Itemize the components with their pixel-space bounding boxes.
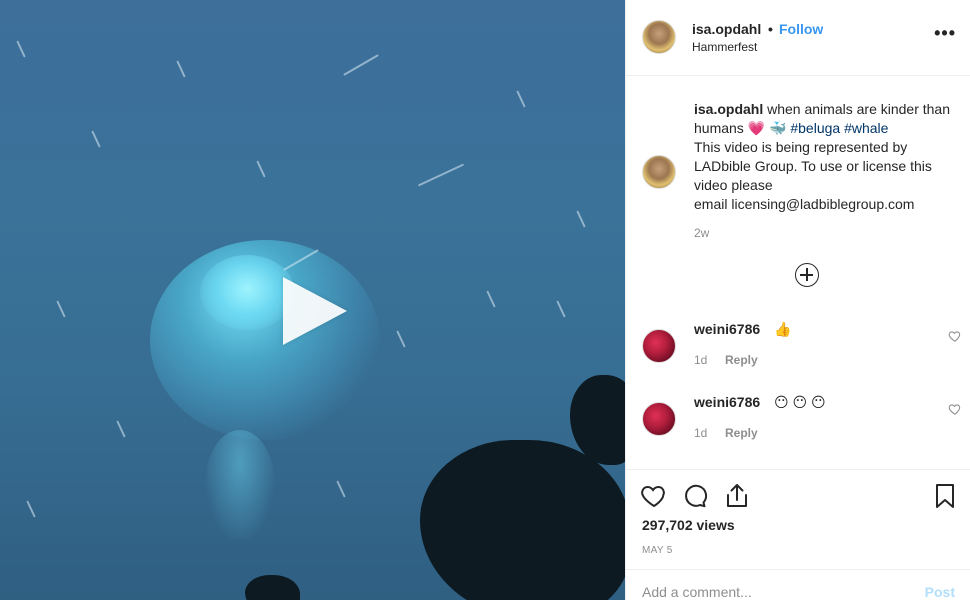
comment-username[interactable]: weini6786: [694, 321, 760, 337]
separator-dot: •: [768, 21, 773, 37]
share-icon[interactable]: [723, 482, 751, 510]
hashtag-link[interactable]: #whale: [844, 120, 888, 136]
post-date[interactable]: MAY 5: [642, 545, 673, 556]
post-actions: 297,702 views MAY 5: [626, 469, 970, 569]
comment-age: 1d: [694, 353, 708, 367]
play-icon[interactable]: [283, 277, 347, 345]
avatar[interactable]: [642, 402, 676, 436]
avatar[interactable]: [642, 20, 676, 54]
comment-item: weini6786 😶 😶 😶 1d Reply: [642, 394, 962, 454]
dark-silhouette: [420, 440, 625, 600]
load-more-comments-icon[interactable]: [795, 263, 819, 287]
comment-icon[interactable]: [681, 482, 709, 510]
post-video[interactable]: [0, 0, 625, 600]
avatar[interactable]: [642, 329, 676, 363]
reply-button[interactable]: Reply: [725, 353, 758, 367]
comment-input[interactable]: [642, 584, 902, 600]
post-header: isa.opdahl • Follow Hammerfest •••: [626, 0, 970, 76]
like-icon[interactable]: [640, 482, 668, 510]
location-link[interactable]: Hammerfest: [692, 40, 757, 54]
beluga-tail: [205, 430, 275, 540]
add-comment-bar: Post: [626, 569, 970, 600]
caption-text: isa.opdahl when animals are kinder than …: [694, 100, 959, 214]
post-sidebar: isa.opdahl • Follow Hammerfest ••• isa.o…: [625, 0, 970, 600]
comment-item: weini6786 👍 1d Reply: [642, 321, 962, 381]
save-icon[interactable]: [931, 482, 959, 510]
avatar[interactable]: [642, 155, 676, 189]
more-options-icon[interactable]: •••: [934, 24, 956, 42]
author-username[interactable]: isa.opdahl: [692, 21, 761, 37]
follow-button[interactable]: Follow: [779, 21, 823, 37]
caption-emojis: 💗 🐳: [747, 120, 787, 136]
post-comment-button[interactable]: Post: [925, 584, 955, 600]
reply-button[interactable]: Reply: [725, 426, 758, 440]
comment-text: 👍: [774, 321, 792, 337]
like-comment-icon[interactable]: [948, 329, 962, 343]
caption-line2: This video is being represented by LADbi…: [694, 139, 932, 193]
comment-text: 😶 😶 😶: [774, 394, 826, 410]
comment-age: 1d: [694, 426, 708, 440]
like-comment-icon[interactable]: [948, 402, 962, 416]
dark-silhouette: [245, 575, 300, 600]
beluga-head: [200, 255, 295, 330]
post-age[interactable]: 2w: [694, 226, 709, 240]
caption-username[interactable]: isa.opdahl: [694, 101, 763, 117]
caption-line3: email licensing@ladbiblegroup.com: [694, 196, 915, 212]
hashtag-link[interactable]: #beluga: [790, 120, 840, 136]
view-count[interactable]: 297,702 views: [642, 517, 735, 533]
comment-username[interactable]: weini6786: [694, 394, 760, 410]
